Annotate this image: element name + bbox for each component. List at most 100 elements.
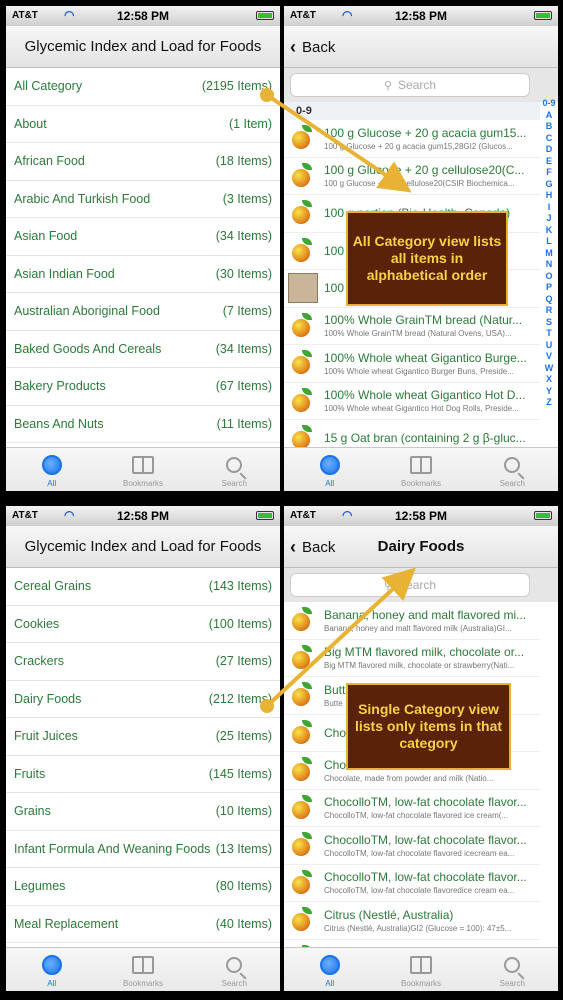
index-letter[interactable]: Z bbox=[542, 397, 556, 409]
tab-bookmarks[interactable]: Bookmarks bbox=[97, 448, 188, 491]
category-list[interactable]: All Category (2195 Items) About (1 Item) Afr… bbox=[6, 68, 280, 443]
index-letter[interactable]: Y bbox=[542, 386, 556, 398]
index-letter[interactable]: V bbox=[542, 351, 556, 363]
tab-all[interactable]: All bbox=[284, 948, 375, 991]
item-subtitle: Citrus (Nestlé, Australia)GI2 (Glucose =… bbox=[324, 923, 512, 933]
list-item[interactable]: 100% Whole GrainTM bread (Natur... 100% W… bbox=[284, 308, 540, 345]
index-letter[interactable]: Q bbox=[542, 294, 556, 306]
tab-search[interactable]: Search bbox=[189, 948, 280, 991]
list-item[interactable]: ChocolloTM, low-fat chocolate flavor... C… bbox=[284, 865, 540, 902]
item-title: ChocolloTM, low-fat chocolate flavor... bbox=[324, 870, 527, 885]
navigation-bar: Glycemic Index and Load for Foods bbox=[6, 26, 280, 68]
category-row[interactable]: Beans And Nuts (11 Items) bbox=[6, 406, 280, 443]
item-subtitle: Banana, honey and malt flavored milk (Au… bbox=[324, 623, 512, 633]
tab-bar: All Bookmarks Search bbox=[6, 947, 280, 991]
tab-search[interactable]: Search bbox=[467, 948, 558, 991]
back-button[interactable]: ‹ Back bbox=[290, 537, 335, 558]
index-letter[interactable]: D bbox=[542, 144, 556, 156]
category-row[interactable]: Arabic And Turkish Food (3 Items) bbox=[6, 181, 280, 218]
item-list[interactable]: Banana, honey and malt flavored mi... Ban… bbox=[284, 602, 540, 977]
tab-bookmarks[interactable]: Bookmarks bbox=[375, 948, 466, 991]
category-count: (2195 Items) bbox=[201, 79, 272, 94]
tab-all[interactable]: All bbox=[284, 448, 375, 491]
index-letter[interactable]: G bbox=[542, 179, 556, 191]
index-letter[interactable]: L bbox=[542, 236, 556, 248]
index-letter[interactable]: T bbox=[542, 328, 556, 340]
index-letter[interactable]: S bbox=[542, 317, 556, 329]
index-letter[interactable]: U bbox=[542, 340, 556, 352]
category-row[interactable]: Fruit Juices (25 Items) bbox=[6, 718, 280, 756]
index-letter[interactable]: F bbox=[542, 167, 556, 179]
fruit-icon bbox=[288, 161, 318, 191]
alphabet-index[interactable]: 0-9 A B C D E F G H I J K L M N O P Q R S T U V W X Y Z bbox=[542, 98, 556, 409]
item-title: 100% Whole wheat Gigantico Burge... bbox=[324, 350, 527, 365]
category-row[interactable]: All Category (2195 Items) bbox=[6, 68, 280, 106]
item-text: Big MTM flavored milk, chocolate or... Bi… bbox=[324, 645, 540, 670]
index-letter[interactable]: N bbox=[542, 259, 556, 271]
category-row[interactable]: Baked Goods And Cereals (34 Items) bbox=[6, 331, 280, 368]
list-item[interactable]: Citrus (Nestlé, Australia) Citrus (Nestlé… bbox=[284, 902, 540, 940]
index-letter[interactable]: W bbox=[542, 363, 556, 375]
category-row[interactable]: Infant Formula And Weaning Foods (13 Item… bbox=[6, 831, 280, 868]
tab-bookmarks[interactable]: Bookmarks bbox=[97, 948, 188, 991]
category-row[interactable]: Meal Replacement (40 Items) bbox=[6, 906, 280, 943]
tab-search[interactable]: Search bbox=[189, 448, 280, 491]
list-item[interactable]: 100 g Glucose + 20 g cellulose20(C... 100… bbox=[284, 158, 540, 195]
category-list[interactable]: Cereal Grains (143 Items) Cookies (100 Item… bbox=[6, 568, 280, 943]
category-row[interactable]: Bakery Products (67 Items) bbox=[6, 368, 280, 406]
index-letter[interactable]: H bbox=[542, 190, 556, 202]
list-item[interactable]: ChocolloTM, low-fat chocolate flavor... C… bbox=[284, 827, 540, 865]
item-subtitle: 100% Whole wheat Gigantico Burger Buns, … bbox=[324, 366, 514, 376]
back-button[interactable]: ‹ Back bbox=[290, 37, 335, 58]
item-title: 100% Whole GrainTM bread (Natur... bbox=[324, 313, 523, 328]
category-row[interactable]: Legumes (80 Items) bbox=[6, 868, 280, 906]
tab-search-label: Search bbox=[221, 979, 247, 988]
category-row[interactable]: About (1 Item) bbox=[6, 106, 280, 143]
index-letter[interactable]: J bbox=[542, 213, 556, 225]
category-label: Arabic And Turkish Food bbox=[14, 191, 151, 206]
category-row[interactable]: Asian Indian Food (30 Items) bbox=[6, 256, 280, 293]
list-item[interactable]: ChocolloTM, low-fat chocolate flavor... C… bbox=[284, 790, 540, 827]
category-count: (10 Items) bbox=[215, 804, 272, 819]
category-row[interactable]: Grains (10 Items) bbox=[6, 793, 280, 831]
category-row[interactable]: Dairy Foods (212 Items) bbox=[6, 681, 280, 718]
tab-search-label: Search bbox=[221, 479, 247, 488]
index-letter[interactable]: C bbox=[542, 133, 556, 145]
tab-bookmarks-label: Bookmarks bbox=[122, 479, 163, 488]
list-item[interactable]: Big MTM flavored milk, chocolate or... Bi… bbox=[284, 640, 540, 677]
list-item[interactable]: 100% Whole wheat Gigantico Burge... 100% … bbox=[284, 345, 540, 383]
tab-search[interactable]: Search bbox=[467, 448, 558, 491]
book-icon bbox=[409, 956, 432, 974]
search-input[interactable]: ⚲ Search bbox=[290, 73, 530, 97]
tab-all[interactable]: All bbox=[6, 948, 97, 991]
list-item[interactable]: 100 g Glucose + 20 g acacia gum15... 100 … bbox=[284, 120, 540, 158]
index-letter[interactable]: P bbox=[542, 282, 556, 294]
index-letter[interactable]: I bbox=[542, 202, 556, 214]
index-letter[interactable]: 0-9 bbox=[542, 98, 556, 110]
globe-icon bbox=[319, 955, 340, 975]
search-input[interactable]: ⚲ Search bbox=[290, 573, 530, 597]
product-thumbnail bbox=[288, 273, 318, 304]
index-letter[interactable]: X bbox=[542, 374, 556, 386]
index-letter[interactable]: K bbox=[542, 225, 556, 237]
item-title: Banana, honey and malt flavored mi... bbox=[324, 607, 527, 622]
index-letter[interactable]: A bbox=[542, 110, 556, 122]
index-letter[interactable]: B bbox=[542, 121, 556, 133]
category-row[interactable]: Cookies (100 Items) bbox=[6, 606, 280, 643]
tab-all[interactable]: All bbox=[6, 448, 97, 491]
item-text: 100% Whole wheat Gigantico Burge... 100% … bbox=[324, 351, 540, 376]
index-letter[interactable]: O bbox=[542, 271, 556, 283]
category-row[interactable]: African Food (18 Items) bbox=[6, 143, 280, 181]
index-letter[interactable]: E bbox=[542, 156, 556, 168]
category-row[interactable]: Cereal Grains (143 Items) bbox=[6, 568, 280, 606]
tab-bookmarks[interactable]: Bookmarks bbox=[375, 448, 466, 491]
index-letter[interactable]: M bbox=[542, 248, 556, 260]
index-letter[interactable]: R bbox=[542, 305, 556, 317]
category-row[interactable]: Fruits (145 Items) bbox=[6, 756, 280, 793]
list-item[interactable]: Banana, honey and malt flavored mi... Ban… bbox=[284, 602, 540, 640]
list-item[interactable]: 100% Whole wheat Gigantico Hot D... 100% … bbox=[284, 383, 540, 420]
fruit-icon bbox=[288, 123, 318, 153]
category-row[interactable]: Crackers (27 Items) bbox=[6, 643, 280, 681]
category-row[interactable]: Asian Food (34 Items) bbox=[6, 218, 280, 256]
category-row[interactable]: Australian Aboriginal Food (7 Items) bbox=[6, 293, 280, 331]
